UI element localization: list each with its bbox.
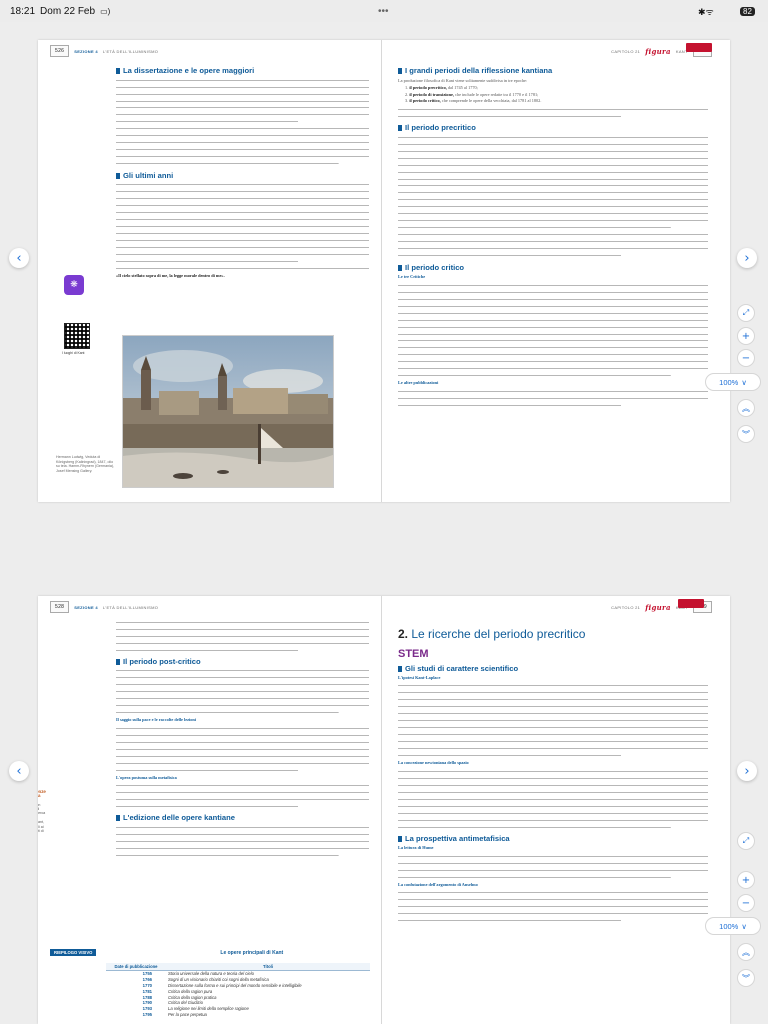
running-header: 526 SEZIONE 4 L'ETÀ DELL'ILLUMINISMO [50,40,369,62]
running-header: 528 SEZIONE 4 L'ETÀ DELL'ILLUMINISMO [50,596,369,618]
period-item-2: 2. il periodo di transizione, che includ… [405,91,539,97]
heading-grandi-periodi: I grandi periodi della riflessione kanti… [398,66,708,76]
period-item-3: 3. il periodo critico, che comprende le … [405,98,542,104]
next-page-button[interactable]: › [737,248,757,268]
page-526: 526 SEZIONE 4 L'ETÀ DELL'ILLUMINISMO La … [38,40,382,502]
periods-intro: La produzione filosofica di Kant viene s… [398,77,528,83]
brand-logo: figura [645,602,671,612]
heading-dissertazione: La dissertazione e le opere maggiori [116,66,369,76]
konigsberg-painting [122,335,334,488]
table-row: 1795 Per la pace perpetua [142,1011,207,1017]
side-box-title: Conoscenze alla prova [38,788,46,798]
bookmark-tab [678,599,704,608]
works-table: RIEPILOGO VISIVO Le opere principali di … [50,941,370,1017]
battery-indicator: 82 [740,6,755,16]
next-page-button[interactable]: › [737,761,757,781]
scroll-down-double-chevron-icon[interactable]: ︾ [737,969,755,987]
screen-mirroring-icon: ▭) [100,6,111,16]
page-528: 528 SEZIONE 4 L'ETÀ DELL'ILLUMINISMO Il … [38,596,382,1024]
zoom-in-button[interactable]: + [737,871,755,889]
lead-ipotesi: L'ipotesi Kant-Laplace [398,675,441,680]
zoom-out-button[interactable]: − [737,894,755,912]
ebook-reader: 18:21 Dom 22 Feb ▭) ••• ✱ᯤ 82 526 SEZION… [0,0,768,1024]
running-header: CAPITOLO 21 figura KANT 529 [398,596,718,618]
chapter-heading: 2. Le ricerche del periodo precritico [398,627,586,641]
kant-quote: «Il cielo stellato sopra di me, la legge… [116,273,225,278]
zoom-in-button[interactable]: + [737,327,755,345]
qr-code[interactable] [64,323,90,349]
page-527: CAPITOLO 21 figura KANT 527 I grandi per… [386,40,730,502]
scroll-down-double-chevron-icon[interactable]: ︾ [737,425,755,443]
status-bar: 18:21 Dom 22 Feb ▭) ••• ✱ᯤ 82 [0,0,768,22]
status-date: Dom 22 Feb [40,5,96,17]
page-number: 526 [50,45,70,57]
lead-opus-postumum: L'opera postuma sulla metafisica [116,774,177,780]
lead-newton: La concezione newtoniana dello spazio [398,760,469,766]
prev-page-button[interactable]: ‹ [9,761,29,781]
brand-logo: figura [645,46,671,56]
running-header: CAPITOLO 21 figura KANT 527 [398,40,718,62]
expand-icon[interactable]: ⤢ [737,832,755,850]
scroll-up-double-chevron-icon[interactable]: ︽ [737,399,755,417]
qr-label: I luoghi di Kant [62,351,85,355]
section-title: L'ETÀ DELL'ILLUMINISMO [102,604,159,610]
bookmark-tab [686,43,712,52]
expand-icon[interactable]: ⤢ [737,304,755,322]
page-spread-528-529: 528 SEZIONE 4 L'ETÀ DELL'ILLUMINISMO Il … [38,596,730,1024]
side-box-text: • Compila un elenco degli ambiti di rice… [38,802,46,834]
painting-caption: Hermann Ludwig, Veduta di Königsberg (Ka… [56,455,115,473]
heading-edizione-opere: L'edizione delle opere kantiane [116,814,369,823]
works-table-grid: Date di pubblicazione Titoli 1755 Storia … [106,963,370,1017]
table-tag: RIEPILOGO VISIVO [50,949,97,956]
section-label: SEZIONE 4 [74,48,98,54]
heading-critico: Il periodo critico [398,263,708,273]
section-label: SEZIONE 4 [74,604,98,610]
heading-studi-scientifici: Gli studi di carattere scientifico [398,664,708,674]
table-header-title: Titoli [166,963,370,971]
zoom-dropdown[interactable]: 100% ∨ [705,917,761,935]
chapter-label: CAPITOLO 21 [611,604,641,610]
lead-anselmo: La confutazione dell'argomento di Anselm… [398,881,478,887]
stem-label: STEM [398,647,429,660]
page-529: CAPITOLO 21 figura KANT 529 2. Le ricerc… [386,596,730,1024]
lead-saggio-pace: Il saggio sulla pace e le raccolte delle… [116,717,196,723]
status-time: 18:21 [10,5,36,17]
wifi-icon: ✱ᯤ [698,6,714,17]
heading-precritico: Il periodo precritico [398,124,708,133]
table-header-date: Date di pubblicazione [106,963,166,971]
heading-prospettiva-antimetafisica: La prospettiva antimetafisica [398,834,708,844]
zoom-dropdown[interactable]: 100% ∨ [705,373,761,391]
chapter-label: CAPITOLO 21 [611,48,641,54]
multitask-dots[interactable]: ••• [378,6,389,17]
heading-post-critico: Il periodo post-critico [116,657,369,667]
lead-hume: La lettura di Hume [398,845,434,851]
page-spread-526-527: 526 SEZIONE 4 L'ETÀ DELL'ILLUMINISMO La … [38,40,730,502]
multimedia-icon[interactable]: ❋ [64,275,84,295]
scroll-up-double-chevron-icon[interactable]: ︽ [737,943,755,961]
prev-page-button[interactable]: ‹ [9,248,29,268]
heading-ultimi-anni: Gli ultimi anni [116,171,369,181]
zoom-out-button[interactable]: − [737,349,755,367]
section-title: L'ETÀ DELL'ILLUMINISMO [102,48,159,54]
table-title: Le opere principali di Kant [220,950,284,956]
lead-tre-critiche: Le tre Critiche [398,274,426,280]
period-item-1: 1. il periodo precritico, dal 1745 al 17… [405,85,478,91]
lead-altre-pubblicazioni: Le altre pubblicazioni [398,380,439,386]
page-number: 528 [50,601,70,613]
